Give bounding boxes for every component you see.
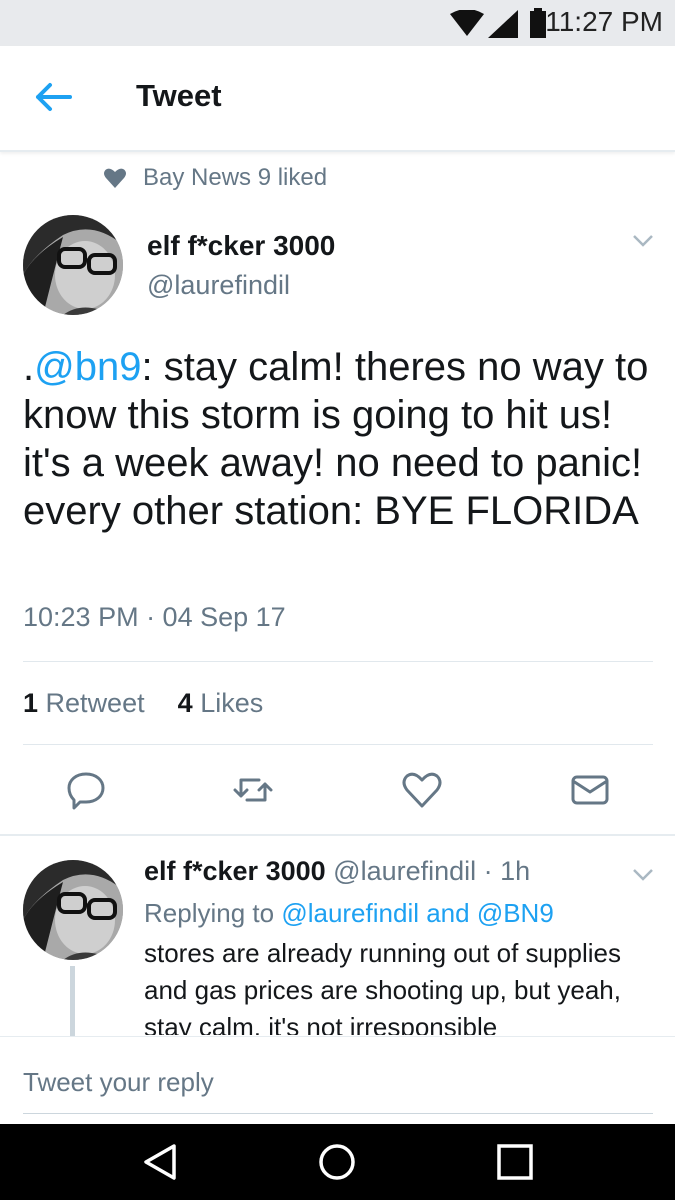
author-handle[interactable]: @laurefindil — [147, 270, 290, 301]
dm-icon[interactable] — [570, 770, 610, 810]
reply-icon[interactable] — [66, 770, 106, 810]
reply-compose: Tweet your reply — [0, 1036, 675, 1125]
avatar[interactable] — [23, 215, 123, 315]
tweet-stats: 1 Retweet 4 Likes — [23, 688, 263, 719]
retweet-icon[interactable] — [233, 770, 273, 810]
nav-home-icon[interactable] — [317, 1142, 357, 1182]
reply-author-name[interactable]: elf f*cker 3000 — [144, 856, 326, 886]
signal-icon — [488, 10, 518, 38]
tweet-timestamp: 10:23 PM · 04 Sep 17 — [23, 602, 286, 632]
avatar-image — [23, 215, 123, 315]
battery-icon — [530, 8, 546, 38]
reply-header: elf f*cker 3000 @laurefindil · 1h — [144, 856, 530, 887]
like-count: 4 — [177, 688, 193, 718]
tweet-text: .@bn9: stay calm! theres no way to know … — [23, 343, 653, 535]
mention-link[interactable]: @bn9 — [34, 345, 141, 389]
tweet-text-prefix: . — [23, 345, 35, 389]
status-bar: 11:27 PM — [0, 0, 675, 46]
back-arrow-icon[interactable] — [34, 82, 72, 112]
divider — [23, 744, 653, 745]
social-context-text: Bay News 9 liked — [143, 164, 328, 191]
nav-recents-icon[interactable] — [495, 1142, 535, 1182]
chevron-down-icon[interactable] — [632, 868, 654, 882]
input-underline — [23, 1113, 653, 1114]
retweet-stat[interactable]: 1 Retweet — [23, 688, 152, 718]
page-title: Tweet — [136, 78, 222, 113]
divider — [0, 834, 675, 836]
replying-to-label: Replying to — [144, 898, 275, 928]
retweet-label: Retweet — [45, 688, 145, 718]
reply-text: stores are already running out of suppli… — [144, 938, 621, 1035]
heart-icon — [104, 168, 126, 188]
replying-to-users[interactable]: @laurefindil and @BN9 — [281, 898, 553, 928]
like-icon[interactable] — [402, 770, 442, 810]
nav-back-icon[interactable] — [140, 1142, 180, 1182]
app-header: Tweet — [0, 46, 675, 152]
replying-to: Replying to @laurefindil and @BN9 — [144, 898, 554, 929]
thread-line — [70, 966, 75, 1038]
reply-author-handle[interactable]: @laurefindil — [333, 856, 476, 886]
divider — [23, 661, 653, 662]
reply-avatar[interactable] — [23, 860, 123, 960]
wifi-icon — [450, 10, 484, 36]
tweet-text-line2: every other station: BYE FLORIDA — [23, 489, 639, 533]
reply-time: · 1h — [483, 856, 531, 886]
chevron-down-icon[interactable] — [632, 234, 654, 248]
likes-stat[interactable]: 4 Likes — [178, 688, 264, 718]
like-label: Likes — [200, 688, 264, 718]
reply-input[interactable]: Tweet your reply — [23, 1067, 214, 1098]
retweet-count: 1 — [23, 688, 39, 718]
avatar-image — [23, 860, 123, 960]
status-time: 11:27 PM — [545, 6, 663, 37]
author-name[interactable]: elf f*cker 3000 — [147, 230, 335, 262]
navigation-bar — [0, 1124, 675, 1200]
